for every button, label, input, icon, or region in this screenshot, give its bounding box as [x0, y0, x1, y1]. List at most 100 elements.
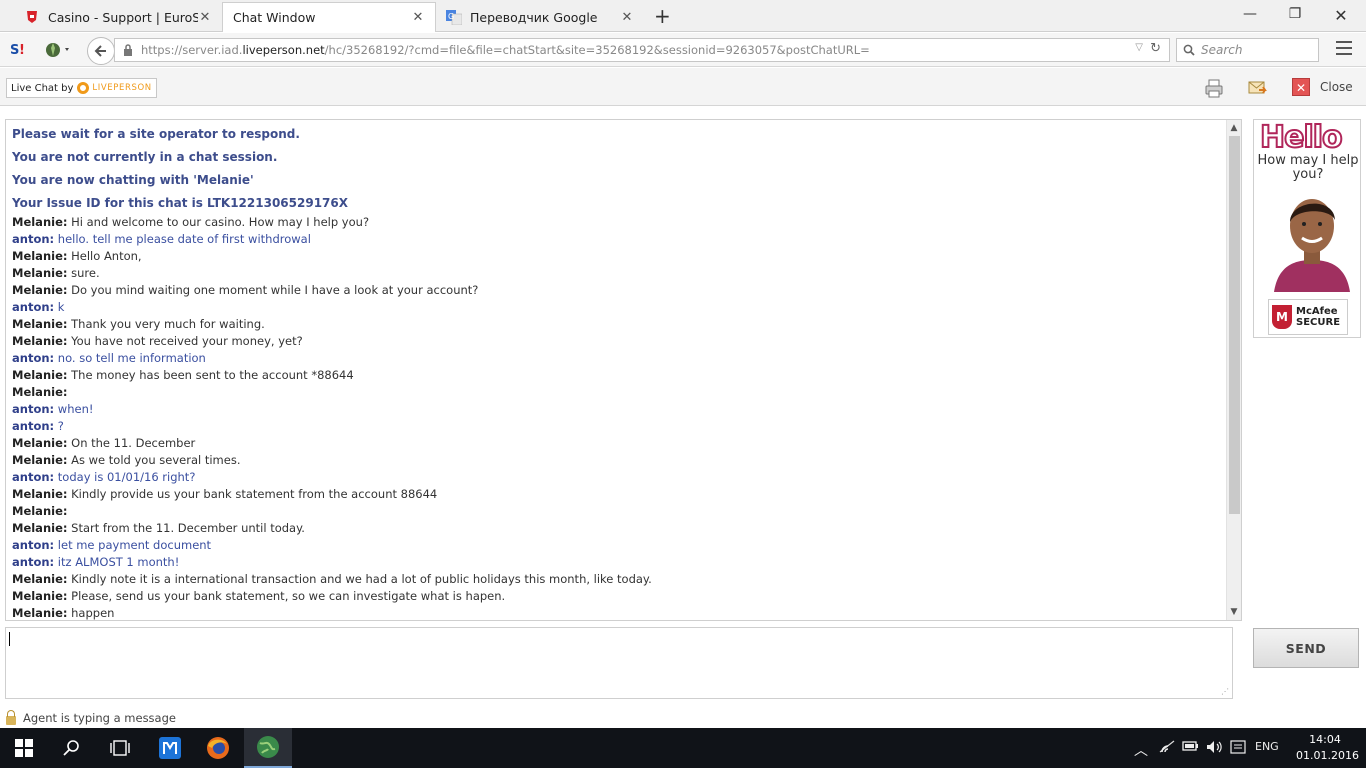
- agent-message: Melanie: Please, send us your bank state…: [12, 588, 1222, 605]
- addon-leaf-icon[interactable]: [44, 40, 74, 61]
- restore-icon[interactable]: ❐: [1285, 6, 1305, 26]
- message-sender: Melanie:: [12, 368, 68, 382]
- tab-casino-support[interactable]: Casino - Support | EuroSlots ✕: [14, 2, 222, 32]
- minimize-icon[interactable]: —: [1240, 6, 1260, 26]
- visitor-message: anton: let me payment document: [12, 537, 1222, 554]
- message-text: Please, send us your bank statement, so …: [71, 589, 506, 603]
- transcript-scrollbar[interactable]: ▲ ▼: [1226, 120, 1241, 620]
- message-text: let me payment document: [57, 538, 212, 552]
- task-view-icon[interactable]: [96, 728, 144, 768]
- menu-icon[interactable]: [1336, 41, 1352, 59]
- search-placeholder: Search: [1201, 43, 1243, 57]
- address-bar[interactable]: https://server.iad. liveperson.net/hc/352…: [114, 38, 1170, 62]
- message-text: Thank you very much for waiting.: [71, 317, 265, 331]
- scrollbar-thumb[interactable]: [1229, 136, 1240, 514]
- system-message: Your Issue ID for this chat is LTK122130…: [12, 196, 348, 210]
- close-chat-button[interactable]: ✕ Close: [1292, 78, 1353, 96]
- reload-icon[interactable]: ↻: [1150, 41, 1161, 56]
- new-tab-button[interactable]: +: [654, 5, 671, 27]
- email-transcript-icon[interactable]: [1248, 78, 1268, 98]
- message-sender: anton:: [12, 538, 55, 552]
- message-input-area[interactable]: ⋰: [5, 627, 1233, 699]
- url-domain: liveperson.net: [242, 43, 325, 57]
- hello-ad-panel[interactable]: Hello How may I help you? M McAfee SECUR…: [1253, 119, 1361, 338]
- message-sender: Melanie:: [12, 283, 68, 297]
- text-caret: [9, 632, 10, 646]
- message-sender: Melanie:: [12, 385, 68, 399]
- tab-chat-window[interactable]: Chat Window ✕: [222, 2, 436, 32]
- mcafee-label: McAfee SECURE: [1296, 306, 1341, 328]
- battery-icon[interactable]: [1182, 740, 1200, 755]
- message-text: itz ALMOST 1 month!: [57, 555, 180, 569]
- agent-message: Melanie: On the 11. December: [12, 435, 1222, 452]
- agent-message: Melanie: happen: [12, 605, 1222, 620]
- message-sender: Melanie:: [12, 521, 68, 535]
- url-prefix: https://server.iad.: [141, 43, 243, 57]
- print-icon[interactable]: [1204, 78, 1224, 98]
- agent-message: Melanie: Hello Anton,: [12, 248, 1222, 265]
- tray-chevron-up-icon[interactable]: ︿: [1134, 740, 1148, 760]
- scroll-up-icon[interactable]: ▲: [1227, 120, 1241, 136]
- agent-message: Melanie: As we told you several times.: [12, 452, 1222, 469]
- search-box[interactable]: Search: [1176, 38, 1319, 62]
- search-taskbar-icon[interactable]: [48, 728, 96, 768]
- message-sender: Melanie:: [12, 606, 68, 620]
- clock-date: 01.01.2016: [1296, 749, 1359, 762]
- wifi-icon[interactable]: [1158, 740, 1176, 757]
- tab-title: Переводчик Google: [470, 9, 598, 25]
- browser-navigation-bar: S! https://server.iad. liveperson.net/hc/…: [0, 33, 1366, 67]
- back-button[interactable]: [87, 37, 115, 65]
- agent-message: Melanie: Kindly provide us your bank sta…: [12, 486, 1222, 503]
- taskbar-clock[interactable]: 14:04 01.01.2016: [1296, 732, 1359, 764]
- message-input[interactable]: [6, 628, 1232, 698]
- chat-transcript[interactable]: Please wait for a site operator to respo…: [5, 119, 1242, 621]
- volume-icon[interactable]: [1206, 740, 1222, 757]
- message-sender: Melanie:: [12, 317, 68, 331]
- close-window-icon[interactable]: ✕: [1331, 6, 1351, 26]
- svg-text:G: G: [448, 12, 454, 21]
- tab-close-icon[interactable]: ✕: [620, 10, 634, 25]
- tab-close-icon[interactable]: ✕: [411, 10, 425, 25]
- resize-grip-icon[interactable]: ⋰: [1221, 687, 1229, 696]
- message-text: Hi and welcome to our casino. How may I …: [71, 215, 370, 229]
- browser-tab-strip: Casino - Support | EuroSlots ✕ Chat Wind…: [0, 0, 1366, 32]
- message-text: Kindly provide us your bank statement fr…: [71, 487, 438, 501]
- message-sender: Melanie:: [12, 453, 68, 467]
- agent-message: Melanie: Start from the 11. December unt…: [12, 520, 1222, 537]
- message-text: As we told you several times.: [71, 453, 241, 467]
- action-center-icon[interactable]: [1230, 740, 1246, 757]
- windows-taskbar: ︿ ENG 14:04 01.01.2016: [0, 728, 1366, 768]
- message-text: k: [57, 300, 65, 314]
- message-text: The money has been sent to the account *…: [71, 368, 354, 382]
- message-text: Start from the 11. December until today.: [71, 521, 305, 535]
- language-indicator[interactable]: ENG: [1255, 740, 1279, 753]
- close-label: Close: [1320, 80, 1353, 94]
- system-message: Please wait for a site operator to respo…: [12, 127, 300, 141]
- tab-google-translate[interactable]: G Переводчик Google ✕: [436, 2, 644, 32]
- maxthon-app-icon[interactable]: [146, 728, 194, 768]
- message-sender: Melanie:: [12, 504, 68, 518]
- message-text: no. so tell me information: [57, 351, 206, 365]
- start-button[interactable]: [0, 728, 48, 768]
- liveperson-badge[interactable]: Live Chat by LIVEPERSON: [6, 78, 157, 98]
- send-button[interactable]: SEND: [1253, 628, 1359, 668]
- visitor-message: anton: when!: [12, 401, 1222, 418]
- euroslots-favicon-icon: [24, 9, 40, 25]
- clock-time: 14:04: [1309, 733, 1341, 746]
- scroll-down-icon[interactable]: ▼: [1227, 604, 1241, 620]
- agent-message: Melanie: Kindly note it is a internation…: [12, 571, 1222, 588]
- message-text: when!: [57, 402, 94, 416]
- visitor-message: anton: no. so tell me information: [12, 350, 1222, 367]
- message-sender: anton:: [12, 351, 55, 365]
- message-sender: anton:: [12, 232, 55, 246]
- mcafee-secure-badge[interactable]: M McAfee SECURE: [1268, 299, 1348, 335]
- firefox-app-icon[interactable]: [194, 728, 242, 768]
- agent-message: Melanie: Hi and welcome to our casino. H…: [12, 214, 1222, 231]
- addon-si-icon[interactable]: S!: [10, 40, 28, 61]
- url-dropdown-icon[interactable]: ▽: [1135, 42, 1143, 53]
- globe-app-icon[interactable]: [244, 728, 292, 768]
- tab-close-icon[interactable]: ✕: [198, 10, 212, 25]
- svg-text:!: !: [19, 43, 25, 58]
- message-sender: anton:: [12, 419, 55, 433]
- status-text: Agent is typing a message: [23, 711, 176, 725]
